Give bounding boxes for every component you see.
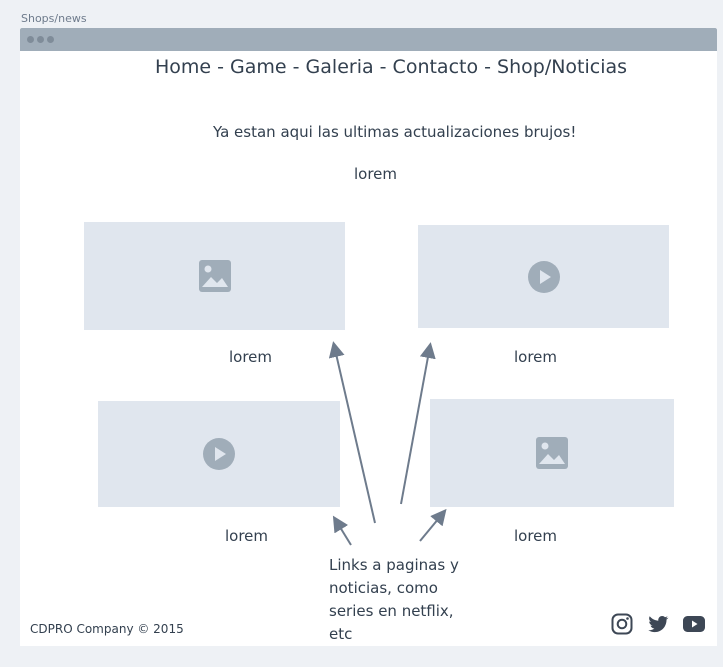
arrow-icon	[332, 515, 352, 546]
browser-window: Home - Game - Galeria - Contacto - Shop/…	[20, 28, 717, 646]
arrow-icon	[400, 342, 436, 505]
page-label: Shops/news	[21, 12, 87, 25]
footer-copyright: CDPRO Company © 2015	[30, 622, 184, 636]
instagram-icon[interactable]	[610, 612, 634, 636]
annotation-note: Links a paginas y noticias, como series …	[329, 556, 459, 643]
arrow-icon	[419, 508, 447, 542]
twitter-icon[interactable]	[646, 612, 670, 636]
arrow-icon	[328, 341, 376, 524]
youtube-icon[interactable]	[682, 612, 706, 636]
